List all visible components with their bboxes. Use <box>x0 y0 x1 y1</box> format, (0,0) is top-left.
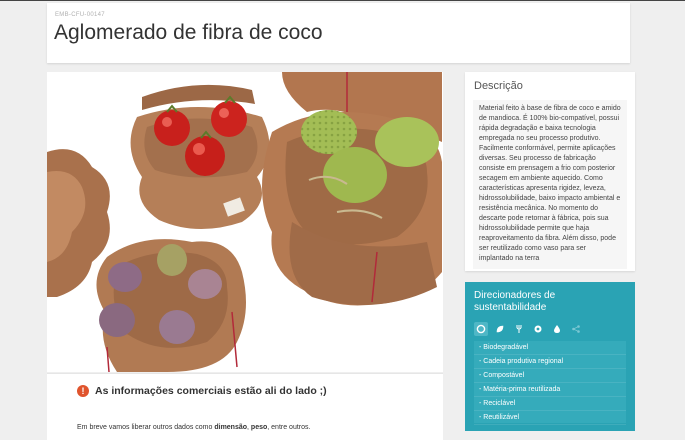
product-photo[interactable] <box>47 72 443 372</box>
sustainability-card: Direcionadores de sustentabilidade - Bio… <box>465 282 635 431</box>
description-card: Descrição Material feito à base de fibra… <box>465 72 635 271</box>
info-line: Em breve vamos liberar outros dados como… <box>77 424 310 431</box>
product-photo-illustration <box>47 72 443 372</box>
info-dimension: dimensão <box>214 424 248 431</box>
page-title: Aglomerado de fibra de coco <box>54 21 323 44</box>
sustainability-title: Direcionadores de sustentabilidade <box>474 290 556 313</box>
sustainability-icon-row <box>474 322 583 336</box>
sustainability-item: - Reciclável <box>474 397 626 411</box>
info-weight: peso <box>250 424 268 431</box>
leaf-icon[interactable] <box>493 322 507 336</box>
sustainability-item: - Matéria-prima reutilizada <box>474 383 626 397</box>
recycle-icon[interactable] <box>531 322 545 336</box>
sustainability-item: - Reutilizável <box>474 411 626 425</box>
sustainability-item: - Compostável <box>474 369 626 383</box>
sustainability-item: - Cadeia produtiva regional <box>474 355 626 369</box>
drop-icon[interactable] <box>550 322 564 336</box>
header-card: EMB-CFU-00147 Aglomerado de fibra de coc… <box>47 3 630 63</box>
fork-icon[interactable] <box>512 322 526 336</box>
top-border <box>0 0 685 1</box>
description-text: Material feito à base de fibra de coco e… <box>479 105 621 262</box>
info-alert-icon: ! <box>77 385 89 397</box>
description-scroll-area[interactable]: Material feito à base de fibra de coco e… <box>473 100 627 269</box>
circle-icon[interactable] <box>474 322 488 336</box>
product-code: EMB-CFU-00147 <box>55 12 105 18</box>
sustainability-list: - Biodegradável - Cadeia produtiva regio… <box>474 341 626 425</box>
description-title: Descrição <box>474 80 523 92</box>
share-icon[interactable] <box>569 322 583 336</box>
commercial-info-card: ! As informações comerciais estão ali do… <box>47 373 443 440</box>
sustainability-item: - Biodegradável <box>474 341 626 355</box>
commercial-info-alert: ! As informações comerciais estão ali do… <box>77 385 327 397</box>
alert-text: As informações comerciais estão ali do l… <box>95 385 327 397</box>
info-line-suffix: , entre outros. <box>267 424 311 431</box>
info-line-prefix: Em breve vamos liberar outros dados como <box>77 424 215 431</box>
